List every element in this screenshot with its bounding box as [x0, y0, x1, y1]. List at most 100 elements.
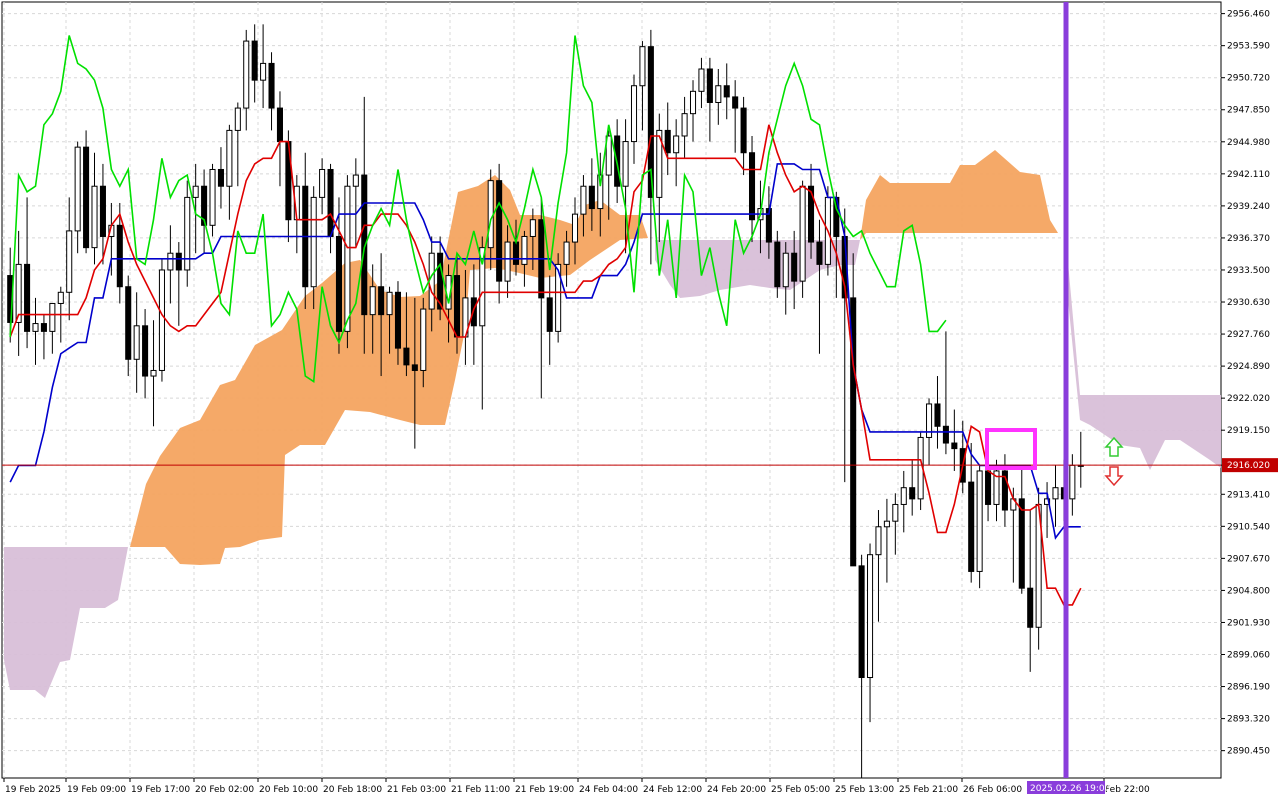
candle-body	[622, 141, 629, 187]
candle-body	[571, 213, 579, 243]
x-tick-label: 19 Feb 17:00	[131, 785, 190, 795]
candle-body	[512, 241, 520, 265]
candle-body	[226, 129, 233, 187]
candle-body	[217, 168, 224, 187]
candle-body	[883, 520, 890, 528]
y-tick-label: 2956.460	[1227, 10, 1270, 20]
y-tick-label: 2893.320	[1227, 715, 1270, 725]
y-tick-label: 2947.850	[1227, 106, 1270, 116]
y-tick-label: 2933.500	[1227, 266, 1270, 276]
candle-body	[74, 146, 81, 232]
candle-body	[563, 241, 570, 265]
candle-body	[529, 219, 536, 237]
candle-body	[260, 62, 267, 81]
candle-body	[335, 235, 343, 332]
candle-body	[57, 291, 64, 304]
candle-body	[875, 526, 882, 556]
candle-body	[327, 168, 334, 237]
y-tick-label: 2922.020	[1227, 394, 1270, 404]
candle-body	[723, 85, 730, 98]
candle-body	[116, 224, 123, 288]
candle-body	[40, 323, 47, 332]
candle-body	[892, 503, 899, 522]
candle-body	[49, 302, 56, 332]
y-tick-label: 2896.190	[1227, 683, 1270, 693]
candle-body	[99, 185, 106, 237]
y-tick-label: 2936.370	[1227, 234, 1270, 244]
candle-body	[521, 235, 528, 265]
candle-body	[774, 241, 781, 288]
y-tick-label: 2942.110	[1227, 170, 1270, 180]
y-tick-label: 2944.980	[1227, 138, 1270, 148]
candle-body	[158, 269, 165, 371]
y-tick-label: 2939.240	[1227, 202, 1270, 212]
x-tick-label: 19 Feb 09:00	[67, 785, 126, 795]
y-tick-label: 2890.450	[1227, 747, 1270, 757]
y-tick-label: 2910.540	[1227, 522, 1270, 532]
candle-body	[1069, 464, 1076, 500]
candle-body	[268, 62, 275, 109]
candle-body	[689, 90, 697, 115]
candle-body	[630, 85, 638, 143]
candle-body	[748, 152, 756, 221]
candle-body	[867, 554, 874, 679]
candle-body	[133, 325, 140, 360]
x-tick-label: 20 Feb 10:00	[259, 785, 318, 795]
candle-body	[496, 180, 503, 282]
x-tick-label: 20 Feb 18:00	[323, 785, 382, 795]
x-tick-label: 20 Feb 02:00	[195, 785, 254, 795]
x-tick-label: 21 Feb 19:00	[515, 785, 574, 795]
x-tick-label: 21 Feb 11:00	[451, 785, 510, 795]
candle-body	[681, 113, 688, 137]
candle-body	[706, 68, 713, 103]
candle-body	[470, 297, 477, 327]
x-tick-label: 25 Feb 21:00	[899, 785, 958, 795]
candle-body	[976, 470, 983, 572]
candle-body	[66, 230, 73, 293]
ichimoku-chart: 2956.460 2953.590 2950.720 2947.850 2944.980…	[1, 1, 1278, 795]
y-tick-label: 2924.890	[1227, 362, 1270, 372]
candle-body	[799, 185, 806, 282]
candle-body	[732, 96, 739, 109]
candle-body	[386, 291, 393, 316]
candle-body	[142, 325, 149, 377]
candle-body	[167, 252, 174, 271]
candle-body	[1027, 587, 1034, 628]
candle-body	[15, 263, 22, 323]
candle-body	[234, 107, 241, 131]
x-tick-label: 25 Feb 13:00	[835, 785, 894, 795]
candle-body	[369, 286, 376, 316]
x-tick-label: 24 Feb 12:00	[643, 785, 702, 795]
candle-body	[411, 364, 418, 371]
candle-body	[192, 185, 199, 198]
y-tick-label: 2953.590	[1227, 42, 1270, 52]
candle-body	[344, 185, 351, 332]
candle-body	[310, 196, 317, 288]
candle-body	[909, 487, 916, 500]
candle-body	[378, 286, 385, 316]
candle-body	[32, 323, 39, 332]
x-tick-label: 24 Feb 04:00	[579, 785, 638, 795]
candle-body	[858, 565, 865, 679]
candle-body	[673, 135, 680, 154]
candle-body	[588, 185, 595, 210]
candle-body	[420, 308, 427, 371]
candle-body	[1018, 498, 1025, 589]
x-tick-label: 21 Feb 03:00	[387, 785, 446, 795]
plot-area	[1, 1, 1222, 779]
candle-body	[394, 291, 402, 349]
candle-body	[985, 470, 992, 505]
candle-body	[934, 403, 941, 427]
candle-body	[1052, 487, 1059, 500]
candle-body	[91, 185, 98, 249]
candle-body	[900, 487, 907, 505]
candle-body	[319, 168, 326, 198]
x-tick-label: 24 Feb 20:00	[707, 785, 766, 795]
candle-body	[243, 40, 250, 109]
candle-body	[251, 40, 258, 81]
candle-body	[428, 252, 435, 310]
candle-body	[664, 129, 671, 154]
candle-body	[580, 185, 587, 215]
candle-body	[968, 481, 975, 572]
chart-root: 2956.460 2953.590 2950.720 2947.850 2944.980…	[0, 0, 1280, 800]
